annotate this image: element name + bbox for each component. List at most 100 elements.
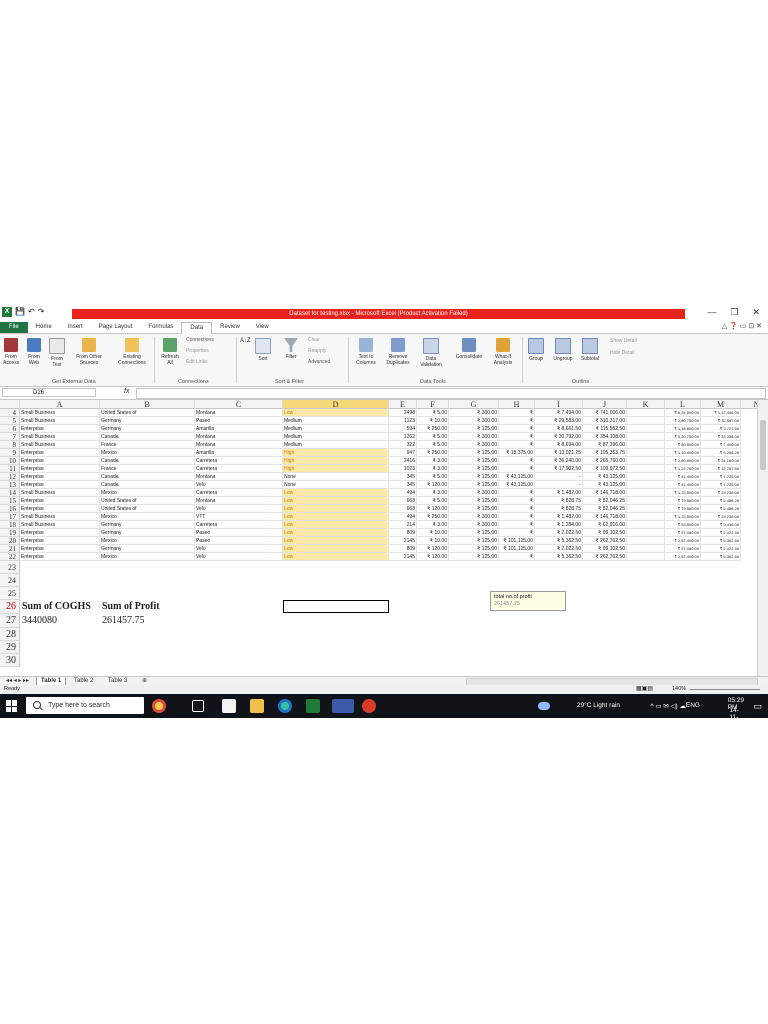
view-buttons-icon[interactable]: ▦▣▤ bbox=[636, 685, 653, 694]
cell-a[interactable]: Enterprise bbox=[20, 465, 100, 473]
cell-e[interactable]: 214 bbox=[389, 521, 417, 529]
column-header-g[interactable]: G bbox=[449, 400, 499, 409]
cell-c[interactable]: Amarilla bbox=[195, 449, 283, 457]
cell-k[interactable] bbox=[627, 457, 665, 465]
cell-e[interactable]: 494 bbox=[389, 513, 417, 521]
column-header-j[interactable]: J bbox=[583, 400, 627, 409]
cell-b[interactable]: Mexico bbox=[100, 513, 195, 521]
cell-e[interactable]: 345 bbox=[389, 481, 417, 489]
cell-l[interactable]: ₹ 3,20,750.00 bbox=[665, 433, 701, 441]
cell-b[interactable]: Canada bbox=[100, 433, 195, 441]
tray-icons[interactable]: ^ ▭ ✉ ◁) ☁ bbox=[650, 702, 686, 710]
cell-k[interactable] bbox=[627, 425, 665, 433]
cell-h[interactable]: ₹ bbox=[499, 521, 535, 529]
row-header[interactable]: 23 bbox=[0, 561, 20, 574]
cell-i[interactable]: ₹ 828.75 bbox=[535, 505, 583, 513]
row-header[interactable]: 16 bbox=[0, 505, 20, 513]
cell-k[interactable] bbox=[627, 409, 665, 417]
cell-j[interactable]: ₹ 146,718.00 bbox=[583, 513, 627, 521]
cell-h[interactable]: ₹ bbox=[499, 457, 535, 465]
cell-j[interactable]: ₹ 43,125.00 bbox=[583, 473, 627, 481]
cell-i[interactable]: ₹ 2,022.50 bbox=[535, 545, 583, 553]
cell-g[interactable]: ₹ 125.00 bbox=[449, 537, 499, 545]
cell-c[interactable]: Paseo bbox=[195, 537, 283, 545]
cell-m[interactable]: ₹ 23,218.00 bbox=[701, 489, 741, 497]
cell-j[interactable]: ₹ 105,353.75 bbox=[583, 449, 627, 457]
cell-m[interactable]: ₹ 23,218.00 bbox=[701, 513, 741, 521]
spreadsheet-grid[interactable]: ABCDEFGHIJKLMN4Small BusinessUnited Stat… bbox=[0, 400, 768, 676]
zoom-slider[interactable] bbox=[690, 689, 760, 690]
cell-d[interactable]: Low bbox=[283, 521, 389, 529]
tab-formulas[interactable]: Formulas bbox=[140, 322, 181, 333]
cell-b[interactable]: Canada bbox=[100, 457, 195, 465]
cell-k[interactable] bbox=[627, 449, 665, 457]
cell-f[interactable]: ₹ 10.00 bbox=[417, 529, 449, 537]
cell-e[interactable]: 809 bbox=[389, 545, 417, 553]
ungroup-button[interactable]: Ungroup bbox=[550, 338, 576, 362]
cell-c[interactable]: Montana bbox=[195, 473, 283, 481]
cell-l[interactable]: ₹ 97,080.00 bbox=[665, 529, 701, 537]
cell-d[interactable]: High bbox=[283, 465, 389, 473]
cell-m[interactable]: ₹ 2,022.50 bbox=[701, 529, 741, 537]
cell-h[interactable]: ₹ bbox=[499, 505, 535, 513]
selected-cell-d26[interactable] bbox=[283, 600, 389, 613]
cell-l[interactable]: ₹ 1,23,500.00 bbox=[665, 489, 701, 497]
row-header[interactable]: 21 bbox=[0, 545, 20, 553]
cell-l[interactable]: ₹ 6,24,500.00 bbox=[665, 409, 701, 417]
minimize-button[interactable]: — bbox=[707, 307, 716, 318]
cell-f[interactable]: ₹ 5.00 bbox=[417, 497, 449, 505]
cell-a[interactable]: Enterprise bbox=[20, 473, 100, 481]
properties-link[interactable]: Properties bbox=[186, 348, 209, 354]
cell-c[interactable]: Velo bbox=[195, 481, 283, 489]
sum-coghs-label[interactable]: Sum of COGHS bbox=[22, 601, 91, 613]
cell-l[interactable]: ₹ 53,500.00 bbox=[665, 521, 701, 529]
cell-j[interactable]: ₹ 43,125.00 bbox=[583, 481, 627, 489]
cell-g[interactable]: ₹ 300.00 bbox=[449, 409, 499, 417]
cell-i[interactable]: ₹ 17,902.50 bbox=[535, 465, 583, 473]
subtotal-button[interactable]: Subtotal bbox=[578, 338, 602, 362]
cell-a[interactable]: Small Business bbox=[20, 513, 100, 521]
cell-c[interactable]: Paseo bbox=[195, 529, 283, 537]
cell-f[interactable]: ₹ 250.00 bbox=[417, 513, 449, 521]
clear-link[interactable]: Clear bbox=[308, 337, 320, 343]
from-web-button[interactable]: From Web bbox=[26, 338, 42, 366]
cell-g[interactable]: ₹ 125.00 bbox=[449, 497, 499, 505]
row-header[interactable]: 29 bbox=[0, 641, 20, 654]
cell-l[interactable]: ₹ 80,500.00 bbox=[665, 441, 701, 449]
refresh-all-button[interactable]: Refresh All bbox=[158, 338, 182, 366]
row-header[interactable]: 12 bbox=[0, 473, 20, 481]
cell-g[interactable]: ₹ 125.00 bbox=[449, 481, 499, 489]
cell-a[interactable]: Small Business bbox=[20, 433, 100, 441]
cell-e[interactable]: 322 bbox=[389, 441, 417, 449]
cell-l[interactable]: ₹ 2,89,600.00 bbox=[665, 457, 701, 465]
cell-k[interactable] bbox=[627, 441, 665, 449]
cell-a[interactable]: Small Business bbox=[20, 441, 100, 449]
cell-d[interactable]: Low bbox=[283, 545, 389, 553]
advanced-link[interactable]: Advanced bbox=[308, 359, 330, 365]
cell-k[interactable] bbox=[627, 473, 665, 481]
cell-k[interactable] bbox=[627, 537, 665, 545]
cell-g[interactable]: ₹ 300.00 bbox=[449, 441, 499, 449]
cell-comment[interactable]: total no.of profit 261457.75 bbox=[490, 591, 566, 611]
cell-d[interactable]: High bbox=[283, 449, 389, 457]
cell-d[interactable]: Medium bbox=[283, 417, 389, 425]
cell-i[interactable]: ₹ 8,694.00 bbox=[535, 441, 583, 449]
cell-c[interactable]: Carretera bbox=[195, 489, 283, 497]
consolidate-button[interactable]: Consolidate bbox=[452, 338, 486, 360]
connections-link[interactable]: Connections bbox=[186, 337, 214, 343]
cell-j[interactable]: ₹ 82,046.25 bbox=[583, 505, 627, 513]
name-box[interactable]: D26 bbox=[2, 388, 96, 397]
cell-b[interactable]: Germany bbox=[100, 417, 195, 425]
cell-d[interactable]: Low bbox=[283, 505, 389, 513]
cell-i[interactable]: ₹ 2,022.50 bbox=[535, 529, 583, 537]
cell-g[interactable]: ₹ 300.00 bbox=[449, 433, 499, 441]
cell-a[interactable]: Enterprise bbox=[20, 449, 100, 457]
cell-k[interactable] bbox=[627, 465, 665, 473]
cell-a[interactable]: Small Business bbox=[20, 417, 100, 425]
formula-input[interactable] bbox=[136, 388, 766, 399]
close-button[interactable]: ✕ bbox=[752, 307, 760, 318]
cell-b[interactable]: Germany bbox=[100, 529, 195, 537]
cell-f[interactable]: ₹ 3.00 bbox=[417, 465, 449, 473]
cell-c[interactable]: Montana bbox=[195, 433, 283, 441]
row-header[interactable]: 15 bbox=[0, 497, 20, 505]
